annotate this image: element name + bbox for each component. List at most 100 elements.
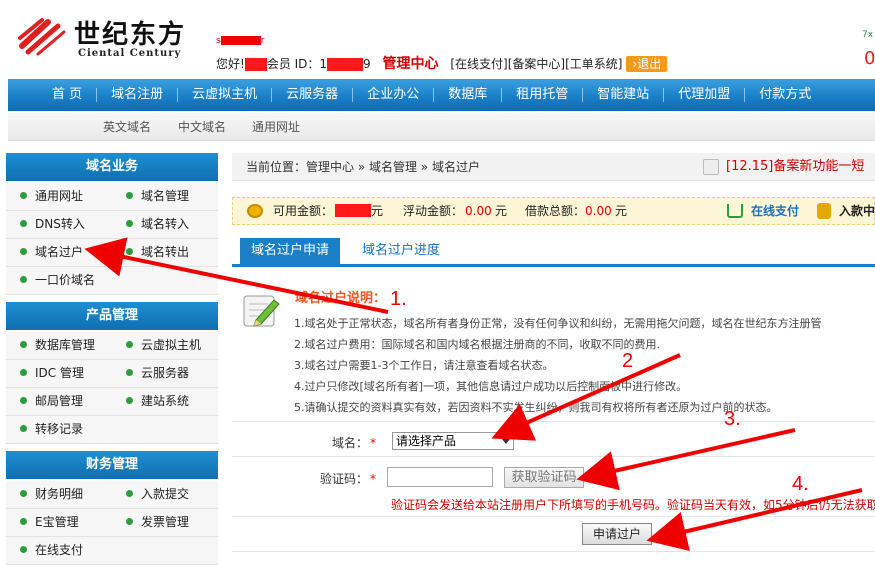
sidebar-heading-products: 产品管理 bbox=[6, 302, 218, 330]
nav-virtual-host[interactable]: 云虚拟主机 bbox=[178, 79, 271, 111]
nav-cloud-server[interactable]: 云服务器 bbox=[272, 79, 352, 111]
sidebar-item-database-management[interactable]: 数据库管理 bbox=[20, 332, 95, 359]
sidebar-item-label: 数据库管理 bbox=[35, 338, 96, 352]
nav-database[interactable]: 数据库 bbox=[434, 79, 501, 111]
sidebar-item-general-url[interactable]: 通用网址 bbox=[20, 183, 83, 210]
coin-icon bbox=[247, 204, 263, 218]
nav-domain-register[interactable]: 域名注册 bbox=[97, 79, 177, 111]
annotation-arrow bbox=[576, 428, 796, 491]
bullet-icon bbox=[126, 369, 133, 376]
logo-mark-icon bbox=[18, 18, 66, 56]
bullet-icon bbox=[20, 276, 27, 283]
money-bag-icon bbox=[817, 203, 831, 219]
balance-bar: 可用金额： 元 浮动金额： 0.00 元 借款总额： 0.00 元 在线支付 入… bbox=[232, 197, 875, 225]
get-verification-code-button[interactable]: 获取验证码 bbox=[504, 467, 584, 488]
bullet-icon bbox=[20, 341, 27, 348]
nav-agent[interactable]: 代理加盟 bbox=[664, 79, 744, 111]
domain-label-text: 域名： bbox=[331, 436, 368, 450]
sidebar-item-label: 发票管理 bbox=[141, 515, 190, 529]
subnav-chinese-domain[interactable]: 中文域名 bbox=[178, 113, 226, 141]
form-divider bbox=[232, 551, 875, 552]
sidebar-item-label: E宝管理 bbox=[35, 515, 79, 529]
domain-select[interactable]: 请选择产品 bbox=[392, 432, 514, 450]
ticket-system-link[interactable]: [工单系统] bbox=[565, 57, 622, 71]
subnav-english-domain[interactable]: 英文域名 bbox=[103, 113, 151, 141]
bullet-icon bbox=[126, 397, 133, 404]
sidebar-item-dns-transfer-in[interactable]: DNS转入 bbox=[20, 211, 85, 238]
sidebar-item-label: 建站系统 bbox=[141, 394, 190, 408]
deposit-link[interactable]: 入款中 bbox=[839, 198, 875, 224]
nav-enterprise-office[interactable]: 企业办公 bbox=[353, 79, 433, 111]
site-logo[interactable]: 世纪东方 Ciental Century bbox=[18, 12, 193, 64]
sidebar-item-label: 云虚拟主机 bbox=[141, 338, 202, 352]
management-center-link[interactable]: 管理中心 bbox=[383, 56, 439, 72]
sidebar-row: 域名过户 域名转出 bbox=[6, 239, 218, 267]
bullet-icon bbox=[126, 341, 133, 348]
bullet-icon bbox=[126, 518, 133, 525]
sidebar-row: 一口价域名 bbox=[6, 267, 218, 295]
logout-button[interactable]: ›退出 bbox=[626, 56, 668, 72]
sidebar-item-label: 一口价域名 bbox=[35, 273, 96, 287]
code-field-label: 验证码： * bbox=[306, 470, 376, 487]
sub-navigation: 英文域名 中文域名 通用网址 bbox=[8, 113, 875, 141]
subnav-general-url[interactable]: 通用网址 bbox=[252, 113, 300, 141]
online-payment-link[interactable]: [在线支付] bbox=[450, 57, 507, 71]
sidebar-item-label: 域名过户 bbox=[35, 245, 84, 259]
nav-smart-site[interactable]: 智能建站 bbox=[583, 79, 663, 111]
bullet-icon bbox=[126, 220, 133, 227]
bullet-icon bbox=[126, 248, 133, 255]
nav-hosting[interactable]: 租用托管 bbox=[502, 79, 582, 111]
sidebar-item-virtual-host[interactable]: 云虚拟主机 bbox=[126, 332, 201, 359]
float-amount-value: 0.00 bbox=[465, 204, 492, 218]
bullet-icon bbox=[126, 192, 133, 199]
sidebar-item-invoice-management[interactable]: 发票管理 bbox=[126, 509, 189, 536]
annotation-step-4: 4. bbox=[792, 473, 809, 495]
sidebar-item-label: 在线支付 bbox=[35, 543, 84, 557]
bullet-icon bbox=[20, 192, 27, 199]
sidebar-item-domain-management[interactable]: 域名管理 bbox=[126, 183, 189, 210]
sidebar-item-idc-management[interactable]: IDC 管理 bbox=[20, 360, 84, 387]
sidebar-item-domain-ownership-transfer[interactable]: 域名过户 bbox=[20, 239, 83, 266]
required-mark: * bbox=[370, 472, 376, 486]
form-divider bbox=[232, 456, 875, 457]
tab-transfer-progress[interactable]: 域名过户进度 bbox=[362, 238, 440, 264]
sidebar-item-label: 邮局管理 bbox=[35, 394, 84, 408]
bullet-icon bbox=[20, 369, 27, 376]
redacted-available-amount bbox=[335, 204, 371, 217]
user-info-bar: 您好! 会员 ID：1 9 管理中心 [在线支付][备案中心][工单系统] ›退出 bbox=[216, 53, 668, 73]
sidebar-item-cloud-server[interactable]: 云服务器 bbox=[126, 360, 189, 387]
nav-payment-methods[interactable]: 付款方式 bbox=[745, 79, 825, 111]
domain-select-value: 请选择产品 bbox=[396, 434, 457, 448]
tab-transfer-application[interactable]: 域名过户申请 bbox=[240, 238, 340, 264]
verification-code-input[interactable] bbox=[387, 467, 493, 487]
apply-transfer-button[interactable]: 申请过户 bbox=[582, 523, 652, 545]
sidebar-row: 数据库管理 云虚拟主机 bbox=[6, 332, 218, 360]
logo-chinese-name: 世纪东方 bbox=[74, 20, 187, 50]
announcement-ticker[interactable]: [12.15]备案新功能一短 bbox=[726, 153, 864, 181]
sidebar-item-deposit-submit[interactable]: 入款提交 bbox=[126, 481, 189, 508]
nav-home[interactable]: 首 页 bbox=[8, 79, 96, 111]
sidebar-row: IDC 管理 云服务器 bbox=[6, 360, 218, 388]
sidebar-item-fixed-price-domain[interactable]: 一口价域名 bbox=[20, 267, 95, 294]
loan-total-label: 借款总额： bbox=[525, 204, 586, 218]
username-redacted: sr bbox=[216, 36, 265, 46]
bullet-icon bbox=[20, 397, 27, 404]
sidebar-heading-finance: 财务管理 bbox=[6, 451, 218, 479]
transfer-description-title: 域名过户说明： bbox=[295, 291, 387, 306]
sidebar-item-label: 域名管理 bbox=[141, 189, 190, 203]
sidebar-item-label: 域名转出 bbox=[141, 245, 190, 259]
bullet-icon bbox=[20, 518, 27, 525]
sidebar-item-mail-management[interactable]: 邮局管理 bbox=[20, 388, 83, 415]
record-center-link[interactable]: [备案中心] bbox=[508, 57, 565, 71]
sidebar-item-financial-details[interactable]: 财务明细 bbox=[20, 481, 83, 508]
online-pay-link[interactable]: 在线支付 bbox=[751, 198, 799, 224]
sidebar-item-label: 入款提交 bbox=[141, 487, 190, 501]
description-item: 1.域名处于正常状态，域名所有者身份正常，没有任何争议和纠纷，无需用拖欠问题，域… bbox=[294, 317, 822, 330]
sidebar-item-domain-transfer-out[interactable]: 域名转出 bbox=[126, 239, 189, 266]
sidebar-item-online-payment[interactable]: 在线支付 bbox=[20, 537, 83, 564]
sidebar-item-label: 通用网址 bbox=[35, 189, 84, 203]
sidebar-item-ebao-management[interactable]: E宝管理 bbox=[20, 509, 79, 536]
sidebar-item-domain-transfer-in[interactable]: 域名转入 bbox=[126, 211, 189, 238]
sidebar-item-site-builder[interactable]: 建站系统 bbox=[126, 388, 189, 415]
sidebar-item-transfer-records[interactable]: 转移记录 bbox=[20, 416, 83, 443]
